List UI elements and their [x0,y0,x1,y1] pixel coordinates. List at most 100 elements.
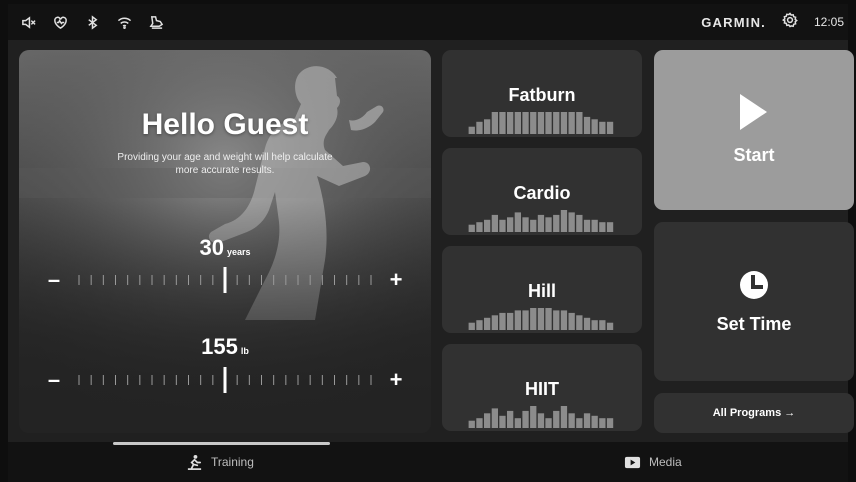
profile-bar [583,413,591,428]
gear-icon[interactable] [781,11,798,33]
program-card-fatburn[interactable]: Fatburn [442,50,642,137]
profile-bar [560,112,568,134]
profile-bar [491,214,498,232]
profile-bar [499,415,506,428]
profile-bar [553,310,560,330]
profile-bar [522,310,529,330]
profile-bar [468,126,475,134]
profile-bar [491,408,498,428]
profile-bar [468,420,475,428]
set-time-label: Set Time [716,314,792,334]
weight-ruler-ticks [78,367,372,393]
program-card-hiit[interactable]: HIIT [442,344,642,431]
profile-bar [560,406,568,428]
profile-bar [514,212,521,232]
profile-bar [553,214,560,232]
weight-decrease-button[interactable]: – [39,369,69,391]
profile-bar [491,112,498,134]
program-name: HIIT [525,379,559,399]
program-card-hill[interactable]: Hill [442,246,642,333]
profile-bar [530,112,537,134]
profile-bar [545,418,552,428]
profile-bar [599,222,606,232]
profile-bar [476,121,483,134]
age-slider[interactable]: – + [39,265,411,295]
age-ruler[interactable] [69,265,381,295]
clock: 12:05 [813,15,844,29]
profile-bar [514,310,521,330]
profile-bar [507,217,514,232]
profile-bar [537,308,545,330]
profile-bar [522,217,529,232]
bottom-nav: Training Media [8,442,848,482]
profile-bar [606,418,614,428]
volume-mute-icon[interactable] [21,15,36,30]
tab-training-label: Training [211,455,254,469]
profile-bar [476,418,483,428]
profile-bar [530,406,537,428]
profile-bar [599,320,606,330]
weight-slider[interactable]: – + [39,365,411,395]
profile-bar [530,219,537,232]
program-profile-chart [468,308,614,330]
play-icon [740,94,767,130]
profile-bar [476,222,483,232]
program-profile-chart [468,112,614,134]
profile-bar [545,217,552,232]
weight-number: 155 [201,334,238,359]
set-time-button[interactable]: Set Time [654,222,854,381]
profile-bar [537,214,545,232]
weight-increase-button[interactable]: + [381,369,411,391]
age-value: 30 years [19,235,431,261]
tab-media[interactable]: Media [624,452,682,472]
profile-bar [591,415,598,428]
profile-bar [560,310,568,330]
profile-bar [568,312,575,330]
profile-bar [499,219,506,232]
profile-bar [576,112,583,134]
profile-bar [591,320,598,330]
weight-value: 155 lb [19,334,431,360]
tab-training[interactable]: Training [186,452,254,472]
profile-bar [553,410,560,428]
start-button[interactable]: Start [654,50,854,210]
profile-bar [583,219,591,232]
program-card-cardio[interactable]: Cardio [442,148,642,235]
profile-bar [583,317,591,330]
profile-bar [537,413,545,428]
profile-bar [468,322,475,330]
profile-bar [568,112,575,134]
heart-rate-icon[interactable] [53,15,68,30]
age-decrease-button[interactable]: – [39,269,69,291]
status-bar: GARMIN. 12:05 [8,4,848,40]
age-ruler-ticks [78,267,372,293]
weight-ruler[interactable] [69,365,381,395]
program-name: Fatburn [508,85,576,105]
shoe-icon[interactable] [149,15,164,30]
profile-bar [553,112,560,134]
profile-bar [606,322,614,330]
age-number: 30 [199,235,224,260]
greeting-title: Hello Guest [141,108,309,141]
wifi-icon[interactable] [117,15,132,30]
all-programs-button[interactable]: All Programs → [654,393,854,433]
age-increase-button[interactable]: + [381,269,411,291]
tab-media-label: Media [649,455,682,469]
profile-bar [568,212,575,232]
profile-bar [484,119,491,134]
clock-icon [740,271,768,299]
age-unit: years [226,247,251,257]
bluetooth-icon[interactable] [85,14,100,30]
program-profile-chart [468,210,614,232]
profile-bar [507,312,514,330]
profile-bar [499,112,506,134]
profile-bar [560,210,568,232]
profile-bar [499,312,506,330]
greeting-subtitle: Providing your age and weight will help … [117,152,333,176]
profile-bar [537,112,545,134]
profile-bar [606,121,614,134]
program-profile-chart [468,406,614,428]
profile-bar [484,413,491,428]
profile-bar [606,222,614,232]
profile-bar [568,413,575,428]
